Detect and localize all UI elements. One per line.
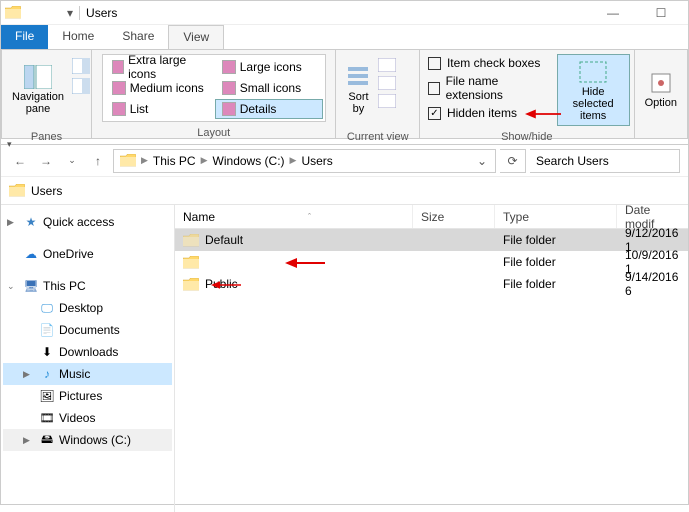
groupby-icon[interactable] [378, 58, 396, 72]
documents-icon: 📄 [39, 322, 55, 338]
location-label: Users [31, 184, 62, 198]
navigation-pane-button[interactable]: Navigation pane [6, 54, 70, 126]
annotation-arrow [525, 108, 561, 120]
tree-onedrive[interactable]: ☁OneDrive [3, 243, 172, 265]
chevron-right-icon[interactable]: ▶ [140, 155, 149, 166]
downloads-icon: ⬇ [39, 344, 55, 360]
cloud-icon: ☁ [23, 246, 39, 262]
folder-icon [183, 278, 199, 291]
group-panes-label: Panes [2, 130, 91, 144]
layout-details[interactable]: Details [215, 99, 323, 119]
drive-icon: 🖴 [39, 432, 55, 448]
videos-icon: 🎞 [39, 410, 55, 426]
addcolumns-icon[interactable] [378, 76, 396, 90]
table-row[interactable]: Public File folder 9/14/2016 6 [175, 273, 688, 295]
computer-icon: 🖥 [23, 278, 39, 294]
window-title: Users [86, 6, 117, 20]
tree-music[interactable]: ▶♪Music [3, 363, 172, 385]
folder-icon [183, 234, 199, 247]
folder-icon [183, 256, 199, 269]
layout-extra-large[interactable]: Extra large icons [105, 57, 213, 77]
group-showhide-label: Show/hide [420, 130, 634, 144]
navigation-tree: ▶★Quick access ☁OneDrive ⌄🖥This PC 🖵Desk… [1, 205, 175, 512]
checkmark-icon: ✓ [428, 107, 441, 120]
navpane-icon [24, 65, 52, 89]
details-pane-icon[interactable] [72, 78, 90, 94]
hide-selected-button[interactable]: Hide selected items [557, 54, 630, 126]
annotation-arrow [211, 279, 241, 291]
column-headers: Nameˆ Size Type Date modif [175, 205, 688, 229]
history-dropdown[interactable]: ⌄ [61, 150, 83, 172]
quick-access-toolbar [25, 4, 65, 22]
annotation-arrow [285, 257, 325, 269]
table-row[interactable]: File folder 10/9/2016 1 [175, 251, 688, 273]
options-button[interactable]: Option [639, 54, 683, 126]
options-icon [649, 71, 673, 95]
group-currentview-label: Current view [336, 130, 418, 144]
pictures-icon: 🖼 [39, 388, 55, 404]
layout-medium[interactable]: Medium icons [105, 78, 213, 98]
up-button[interactable]: ↑ [87, 150, 109, 172]
sort-icon [346, 65, 370, 89]
tree-pictures[interactable]: 🖼Pictures [3, 385, 172, 407]
sizecolumns-icon[interactable] [378, 94, 396, 108]
tree-thispc[interactable]: ⌄🖥This PC [3, 275, 172, 297]
address-bar[interactable]: ▶ This PC ▶ Windows (C:) ▶ Users ⌄ [113, 149, 496, 173]
forward-button[interactable]: → [35, 150, 57, 172]
tree-cdrive[interactable]: ▶🖴Windows (C:) [3, 429, 172, 451]
table-row[interactable]: Default File folder 9/12/2016 1 [175, 229, 688, 251]
breadcrumb-cdrive[interactable]: Windows (C:) [209, 154, 289, 168]
sort-by-button[interactable]: Sort by [340, 54, 376, 126]
preview-pane-icon[interactable] [72, 58, 90, 74]
layout-small[interactable]: Small icons [215, 78, 323, 98]
col-size[interactable]: Size [413, 205, 495, 228]
tab-file[interactable]: File [1, 25, 48, 49]
group-layout-label: Layout [92, 126, 335, 140]
hide-selected-icon [578, 58, 608, 84]
qat-dropdown-icon[interactable]: ▾ [67, 6, 73, 20]
folder-icon [9, 184, 25, 197]
refresh-button[interactable]: ⟳ [500, 149, 526, 173]
layout-list[interactable]: List [105, 99, 213, 119]
search-input[interactable]: Search Users [530, 149, 680, 173]
breadcrumb-users[interactable]: Users [297, 154, 336, 168]
chevron-right-icon[interactable]: ▶ [200, 155, 209, 166]
tree-quick-access[interactable]: ▶★Quick access [3, 211, 172, 233]
col-date[interactable]: Date modif [617, 205, 688, 228]
tree-documents[interactable]: 📄Documents [3, 319, 172, 341]
check-item-checkboxes[interactable]: Item check boxes [428, 56, 545, 70]
tab-share[interactable]: Share [108, 25, 168, 49]
maximize-icon[interactable]: ☐ [646, 6, 676, 20]
folder-icon [120, 154, 136, 167]
desktop-icon: 🖵 [39, 300, 55, 316]
tab-view[interactable]: View [168, 25, 224, 49]
col-name[interactable]: Nameˆ [175, 205, 413, 228]
star-icon: ★ [23, 214, 39, 230]
col-type[interactable]: Type [495, 205, 617, 228]
breadcrumb-thispc[interactable]: This PC [149, 154, 200, 168]
layout-large[interactable]: Large icons [215, 57, 323, 77]
tab-home[interactable]: Home [48, 25, 108, 49]
address-dropdown-icon[interactable]: ⌄ [471, 154, 493, 168]
minimize-icon[interactable]: — [598, 6, 628, 20]
tree-desktop[interactable]: 🖵Desktop [3, 297, 172, 319]
check-file-extensions[interactable]: File name extensions [428, 74, 545, 102]
back-button[interactable]: ← [9, 150, 31, 172]
music-icon: ♪ [39, 366, 55, 382]
sort-asc-icon: ˆ [308, 212, 311, 222]
tree-downloads[interactable]: ⬇Downloads [3, 341, 172, 363]
chevron-right-icon[interactable]: ▶ [289, 155, 298, 166]
folder-icon [5, 6, 21, 19]
tree-videos[interactable]: 🎞Videos [3, 407, 172, 429]
